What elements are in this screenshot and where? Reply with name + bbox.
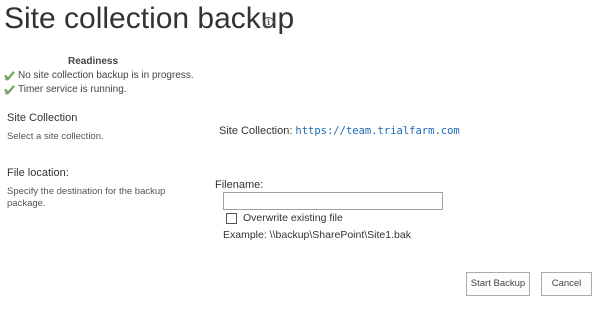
file-location-description-line: package. [7, 198, 46, 209]
file-location-title: File location: [7, 167, 69, 179]
overwrite-label[interactable]: Overwrite existing file [243, 212, 343, 224]
check-icon [4, 85, 15, 95]
site-collection-description: Select a site collection. [7, 131, 104, 142]
start-backup-button[interactable]: Start Backup [466, 272, 530, 296]
status-item-backup: No site collection backup is in progress… [4, 70, 194, 81]
status-item-timer: Timer service is running. [4, 84, 127, 95]
filename-example: Example: \\backup\SharePoint\Site1.bak [223, 229, 411, 241]
filename-label: Filename: [215, 179, 264, 191]
site-collection-title: Site Collection [7, 112, 78, 124]
check-icon [4, 71, 15, 81]
file-location-description: Specify the destination for the backup p… [7, 186, 165, 210]
site-collection-row: Site Collection: https://team.trialfarm.c… [219, 125, 460, 137]
site-collection-link[interactable]: https://team.trialfarm.com [295, 125, 459, 137]
site-collection-label: Site Collection: [219, 125, 293, 137]
file-location-description-line: Specify the destination for the backup [7, 186, 166, 197]
page-title: Site collection backup [4, 2, 295, 35]
readiness-heading: Readiness [68, 56, 119, 67]
overwrite-row[interactable]: Overwrite existing file [226, 212, 343, 224]
info-icon[interactable]: i [263, 17, 274, 28]
cancel-button[interactable]: Cancel [541, 272, 592, 296]
status-text: Timer service is running. [18, 84, 127, 95]
status-text: No site collection backup is in progress… [18, 70, 194, 81]
filename-input[interactable] [223, 192, 443, 210]
overwrite-checkbox[interactable] [226, 212, 237, 224]
